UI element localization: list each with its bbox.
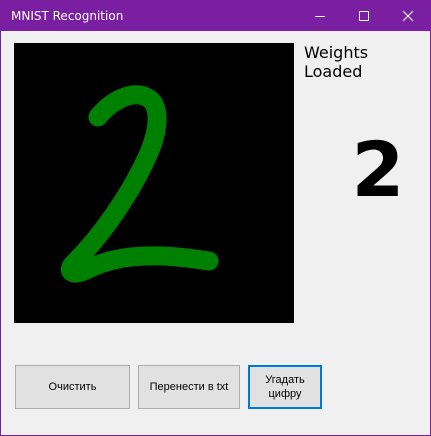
guess-digit-button[interactable]: Угадать цифру — [248, 365, 322, 409]
close-icon — [402, 10, 414, 22]
maximize-button[interactable] — [342, 1, 386, 31]
maximize-icon — [359, 11, 369, 21]
minimize-button[interactable] — [298, 1, 342, 31]
clear-button[interactable]: Очистить — [15, 365, 130, 409]
title-bar[interactable]: MNIST Recognition — [1, 1, 430, 31]
app-window: MNIST Recognition Weights Loaded 2 Очист… — [0, 0, 431, 436]
save-txt-button[interactable]: Перенести в txt — [138, 365, 240, 409]
close-button[interactable] — [386, 1, 430, 31]
drawn-digit-stroke — [60, 85, 219, 283]
status-label: Weights Loaded — [304, 43, 369, 81]
drawing-canvas[interactable] — [14, 43, 294, 323]
window-title: MNIST Recognition — [11, 9, 124, 23]
minimize-icon — [315, 16, 325, 17]
prediction-digit: 2 — [351, 125, 405, 214]
